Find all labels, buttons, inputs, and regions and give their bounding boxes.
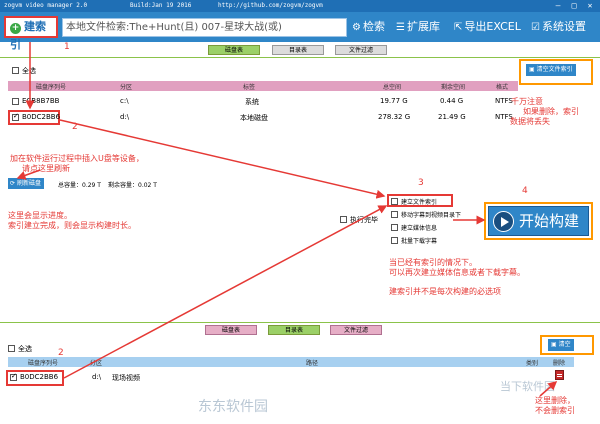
trash-icon[interactable]	[555, 370, 564, 380]
settings-icon: ☑	[531, 22, 540, 33]
divider	[0, 57, 600, 58]
export-icon: ⇱	[454, 22, 463, 33]
app-title: zogvm video manager 2.0	[4, 2, 88, 9]
row-checkbox[interactable]	[10, 372, 17, 381]
annotation-number: 1	[64, 42, 70, 52]
option-build-file-index[interactable]	[391, 198, 398, 205]
tab-directory-table-bottom[interactable]: 目录表	[268, 325, 320, 335]
tab-directory-table[interactable]: 目录表	[272, 45, 324, 55]
annotation-progress: 索引建立完成，则会显示构建时长。	[8, 221, 136, 230]
cell-free: 0.44 G	[440, 97, 464, 105]
watermark-right: 当下软件园	[500, 380, 555, 393]
maximize-icon[interactable]: □	[566, 1, 582, 11]
start-build-button[interactable]: 开始构建	[488, 206, 589, 236]
settings-button[interactable]: ☑ 系统设置	[531, 18, 586, 36]
cell-partition: d:\	[120, 113, 130, 121]
select-all-checkbox[interactable]	[12, 67, 19, 74]
select-all-checkbox[interactable]	[8, 345, 15, 352]
refresh-disks-button[interactable]: ⟳ 刷新磁盘	[8, 178, 44, 189]
watermark-left: 东东软件园	[198, 399, 268, 415]
select-all-label: 全选	[18, 345, 32, 353]
free-capacity: 剩余容量：0.02 T	[108, 182, 157, 189]
minimize-icon[interactable]: –	[550, 1, 566, 11]
header-serial: 磁盘序列号	[36, 84, 67, 91]
project-url: http://github.com/zogvm/zogvm	[218, 2, 323, 9]
header-free: 剩余空间	[441, 84, 466, 91]
list-icon: ☰	[396, 22, 405, 33]
option-move-subtitles[interactable]	[391, 211, 398, 218]
title-bar: zogvm video manager 2.0 Build:Jan 19 201…	[0, 0, 600, 12]
search-input[interactable]: 本地文件检索:The+Hunt(且) 007-星球大战(或)	[62, 18, 347, 37]
exec-label: 执行完毕	[350, 216, 378, 224]
clear-index-button[interactable]: ▣ 清空文件索引	[526, 64, 576, 76]
play-icon	[493, 211, 514, 232]
header-label: 标签	[243, 84, 256, 91]
cell-serial: ECB8B7BB	[22, 97, 60, 105]
annotation-number: 4	[522, 186, 528, 196]
cell-total: 19.77 G	[380, 97, 408, 105]
cell-partition: c:\	[120, 97, 129, 105]
option-label: 建立文件索引	[401, 199, 438, 206]
select-all-label: 全选	[22, 67, 36, 75]
close-icon[interactable]: ✕	[582, 1, 598, 11]
annotation-number: 2	[72, 122, 78, 132]
clear-icon: ▣	[551, 341, 559, 348]
header-total: 总空间	[383, 84, 402, 91]
refresh-icon: ⟳	[10, 180, 17, 187]
cell-label: 系统	[245, 98, 259, 106]
tab-file-filter[interactable]: 文件过滤	[335, 45, 387, 55]
annotation-note: 建索引并不是每次构建的必选项	[389, 287, 501, 296]
cell-total: 278.32 G	[378, 113, 411, 121]
header-partition: 分区	[120, 84, 133, 91]
clear-index-icon: ▣	[529, 66, 537, 73]
clear-directories-button[interactable]: ▣ 清空	[548, 339, 574, 351]
annotation-number: 2	[58, 348, 64, 358]
option-batch-download-subtitles[interactable]	[391, 237, 398, 244]
cell-free: 21.49 G	[438, 113, 466, 121]
header-delete: 删除	[553, 360, 566, 367]
option-build-media-info[interactable]	[391, 224, 398, 231]
option-label: 批量下载字幕	[401, 238, 438, 245]
cell-serial: B0DC2BB6	[20, 373, 59, 381]
header-serial: 磁盘序列号	[28, 360, 59, 367]
row-checkbox[interactable]	[12, 112, 19, 121]
option-label: 移动字幕到视频目录下	[401, 212, 462, 219]
build-index-button[interactable]: + 建索引	[4, 16, 58, 51]
divider	[0, 322, 600, 323]
tab-file-filter-bottom[interactable]: 文件过滤	[330, 325, 382, 335]
tab-disk-table-bottom[interactable]: 磁盘表	[205, 325, 257, 335]
annotation-note: 可以再次建立媒体信息或者下载字幕。	[389, 268, 525, 277]
directory-table-header: 磁盘序列号 分区 路径 类别 删除	[8, 357, 574, 367]
option-label: 建立媒体信息	[401, 225, 438, 232]
plus-icon: +	[10, 23, 21, 34]
toolbar: + 建索引 本地文件检索:The+Hunt(且) 007-星球大战(或) ⚙ 检索 …	[0, 12, 600, 51]
extensions-button[interactable]: ☰ 扩展库	[396, 18, 440, 36]
search-button[interactable]: ⚙ 检索	[352, 18, 385, 36]
header-category: 类别	[526, 360, 539, 367]
cell-partition: d:\	[92, 373, 102, 381]
header-partition: 分区	[90, 360, 103, 367]
cell-label: 本地磁盘	[240, 114, 268, 122]
cell-serial: B0DC2BB6	[22, 113, 61, 121]
tab-disk-table[interactable]: 磁盘表	[208, 45, 260, 55]
search-icon: ⚙	[352, 22, 361, 33]
total-capacity: 总容量：0.29 T	[58, 182, 101, 189]
header-format: 格式	[496, 84, 509, 91]
disk-table-header: 磁盘序列号 分区 标签 总空间 剩余空间 格式	[8, 81, 518, 91]
annotation-number: 3	[418, 178, 424, 188]
exec-checkbox[interactable]	[340, 216, 347, 223]
annotation-warning: 数据将丢失	[510, 117, 550, 126]
header-path: 路径	[306, 360, 319, 367]
annotation-delete: 不会删索引	[535, 406, 575, 415]
export-excel-button[interactable]: ⇱ 导出EXCEL	[454, 18, 521, 36]
build-label: Build:Jan 19 2016	[130, 2, 192, 9]
arrow-2b	[63, 205, 388, 379]
cell-path: 现场视频	[112, 374, 140, 382]
row-checkbox[interactable]	[12, 98, 19, 105]
annotation-usb: 请点这里刷新	[22, 164, 70, 173]
